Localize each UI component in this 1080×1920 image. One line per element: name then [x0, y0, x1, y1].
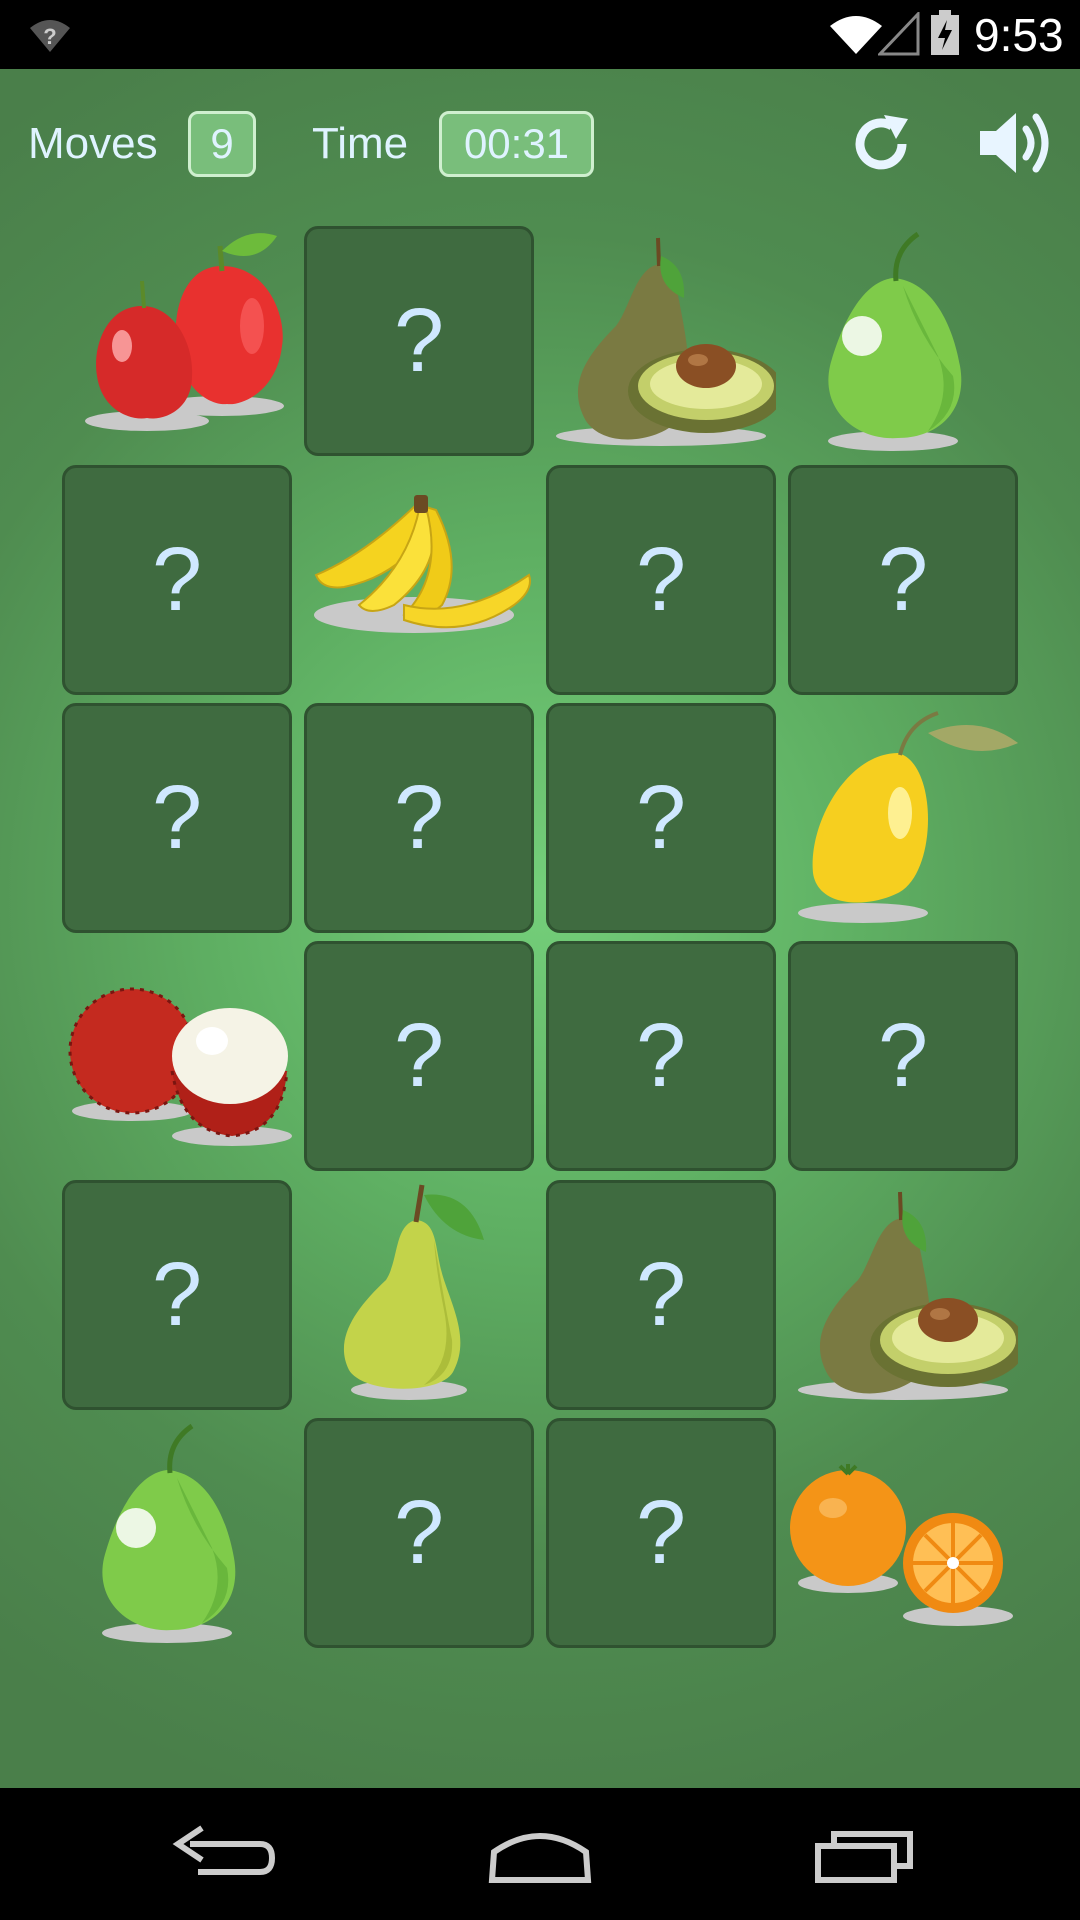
card-question-mark: ? — [877, 1005, 929, 1106]
back-icon[interactable] — [160, 1818, 280, 1890]
game-area: Moves 9 Time 00:31 ? ? ? ? ? ? ? ? ? ? ?… — [0, 69, 1080, 1788]
hidden-card[interactable]: ? — [788, 465, 1018, 695]
revealed-card-guava[interactable] — [62, 1418, 292, 1648]
card-question-mark: ? — [877, 529, 929, 630]
hidden-card[interactable]: ? — [546, 703, 776, 933]
lemon-icon — [798, 711, 1018, 923]
status-time: 9:53 — [974, 9, 1064, 61]
sound-on-icon[interactable] — [978, 107, 1054, 179]
hidden-card[interactable]: ? — [62, 703, 292, 933]
wifi-icon — [830, 16, 882, 54]
recents-icon[interactable] — [808, 1818, 928, 1890]
home-icon[interactable] — [480, 1818, 600, 1890]
status-bar: ? 9:53 — [0, 0, 1080, 69]
card-question-mark: ? — [151, 529, 203, 630]
card-question-mark: ? — [635, 529, 687, 630]
avocado-icon — [556, 237, 776, 446]
card-question-mark: ? — [393, 767, 445, 868]
revealed-card-guava[interactable] — [788, 226, 1018, 456]
pear-icon — [343, 1184, 484, 1400]
hidden-card[interactable]: ? — [546, 1180, 776, 1410]
card-question-mark: ? — [635, 1244, 687, 1345]
restart-icon[interactable] — [848, 111, 914, 177]
hidden-card[interactable]: ? — [304, 703, 534, 933]
card-question-mark: ? — [393, 1005, 445, 1106]
revealed-card-apple[interactable] — [62, 226, 292, 456]
time-label: Time — [312, 119, 409, 168]
revealed-card-pear[interactable] — [304, 1180, 534, 1410]
hidden-card[interactable]: ? — [546, 1418, 776, 1648]
hidden-card[interactable]: ? — [304, 226, 534, 456]
svg-text:?: ? — [43, 24, 56, 49]
battery-icon — [931, 10, 959, 55]
hidden-card[interactable]: ? — [788, 941, 1018, 1171]
hidden-card[interactable]: ? — [304, 941, 534, 1171]
revealed-card-orange[interactable] — [788, 1418, 1018, 1648]
hidden-card[interactable]: ? — [62, 465, 292, 695]
guava-icon — [102, 1423, 236, 1643]
revealed-card-lemon[interactable] — [788, 703, 1018, 933]
apple-icon — [85, 233, 284, 431]
hidden-card[interactable]: ? — [62, 1180, 292, 1410]
navigation-bar — [0, 1788, 1080, 1920]
guava-icon — [828, 231, 962, 451]
card-question-mark: ? — [151, 1244, 203, 1345]
card-question-mark: ? — [635, 1482, 687, 1583]
card-question-mark: ? — [393, 1482, 445, 1583]
banana-icon — [314, 495, 531, 633]
time-counter: 00:31 — [439, 111, 594, 177]
card-question-mark: ? — [635, 767, 687, 868]
revealed-card-avocado[interactable] — [788, 1180, 1018, 1410]
signal-icon — [878, 12, 920, 56]
moves-label: Moves — [28, 119, 158, 168]
card-question-mark: ? — [393, 290, 445, 391]
orange-icon — [790, 1464, 1013, 1626]
card-question-mark: ? — [635, 1005, 687, 1106]
hidden-card[interactable]: ? — [546, 941, 776, 1171]
wifi-unknown-icon: ? — [30, 20, 70, 52]
hidden-card[interactable]: ? — [304, 1418, 534, 1648]
revealed-card-avocado[interactable] — [546, 226, 776, 456]
hidden-card[interactable]: ? — [546, 465, 776, 695]
revealed-card-banana[interactable] — [304, 465, 534, 695]
card-question-mark: ? — [151, 767, 203, 868]
revealed-card-rambutan[interactable] — [62, 941, 292, 1171]
moves-counter: 9 — [188, 111, 256, 177]
avocado-icon — [798, 1191, 1018, 1400]
rambutan-icon — [68, 987, 292, 1146]
